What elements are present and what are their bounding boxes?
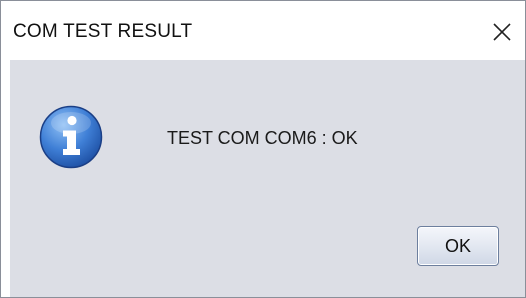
title-bar[interactable]: COM TEST RESULT xyxy=(1,1,525,60)
close-icon xyxy=(493,23,511,41)
ok-button[interactable]: OK xyxy=(417,226,499,266)
dialog-window: COM TEST RESULT TEST COM COM6 : OK OK xyxy=(0,0,526,298)
result-message: TEST COM COM6 : OK xyxy=(167,128,358,148)
dialog-content: TEST COM COM6 : OK OK xyxy=(10,60,525,297)
info-icon xyxy=(39,105,103,169)
close-button[interactable] xyxy=(479,1,525,60)
window-title: COM TEST RESULT xyxy=(13,21,193,42)
